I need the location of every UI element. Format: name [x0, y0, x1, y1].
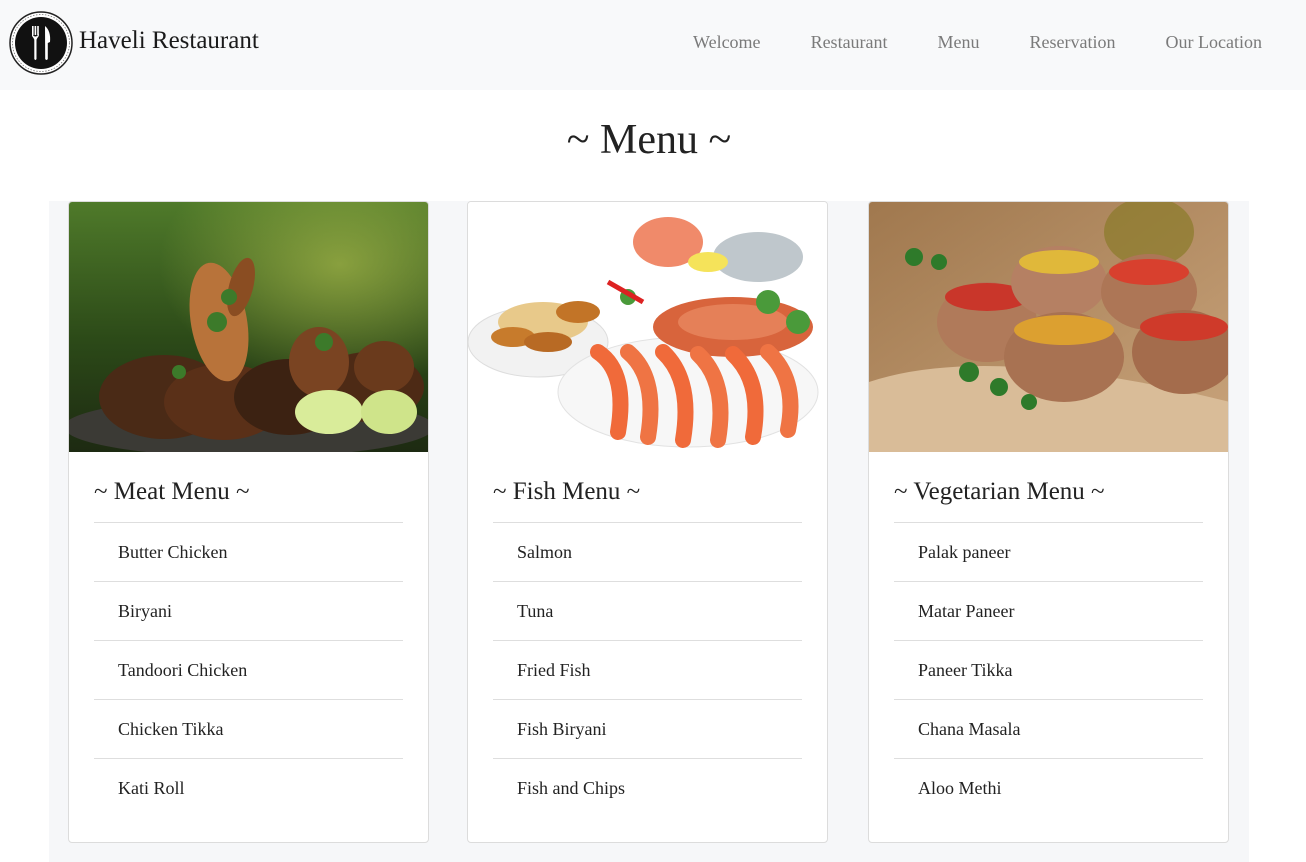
menu-item[interactable]: Fish and Chips	[493, 759, 802, 817]
nav-restaurant[interactable]: Restaurant	[811, 32, 888, 53]
fish-menu-card: ~ Fish Menu ~ Salmon Tuna Fried Fish Fis…	[467, 201, 828, 843]
nav-our-location[interactable]: Our Location	[1166, 32, 1262, 53]
nav-menu[interactable]: Menu	[938, 32, 980, 53]
seafood-platter-image	[468, 202, 827, 452]
menu-item[interactable]: Salmon	[493, 523, 802, 582]
menu-item[interactable]: Tuna	[493, 582, 802, 641]
nav-welcome[interactable]: Welcome	[693, 32, 761, 53]
navbar: Haveli Restaurant Welcome Restaurant Men…	[0, 0, 1306, 90]
page-title: ~ Menu ~	[566, 117, 732, 163]
menu-item[interactable]: Tandoori Chicken	[94, 641, 403, 700]
menu-item[interactable]: Chana Masala	[894, 700, 1203, 759]
menu-item[interactable]: Palak paneer	[894, 523, 1203, 582]
stuffed-mushrooms-image	[869, 202, 1228, 452]
nav-reservation[interactable]: Reservation	[1030, 32, 1116, 53]
main-nav: Welcome Restaurant Menu Reservation Our …	[643, 32, 1262, 53]
menu-item[interactable]: Chicken Tikka	[94, 700, 403, 759]
grilled-chicken-image	[69, 202, 428, 452]
meat-menu-card: ~ Meat Menu ~ Butter Chicken Biryani Tan…	[68, 201, 429, 843]
menu-item[interactable]: Kati Roll	[94, 759, 403, 817]
vegetarian-menu-list: Palak paneer Matar Paneer Paneer Tikka C…	[894, 522, 1203, 817]
meat-menu-title: ~ Meat Menu ~	[94, 478, 250, 505]
fish-menu-title: ~ Fish Menu ~	[493, 478, 641, 505]
menu-item[interactable]: Matar Paneer	[894, 582, 1203, 641]
menu-item[interactable]: Paneer Tikka	[894, 641, 1203, 700]
menu-item[interactable]: Fried Fish	[493, 641, 802, 700]
vegetarian-menu-card: ~ Vegetarian Menu ~ Palak paneer Matar P…	[868, 201, 1229, 843]
brand-link[interactable]: Haveli Restaurant	[9, 11, 259, 75]
menu-item[interactable]: Biryani	[94, 582, 403, 641]
menu-item[interactable]: Fish Biryani	[493, 700, 802, 759]
meat-menu-list: Butter Chicken Biryani Tandoori Chicken …	[94, 522, 403, 817]
fish-menu-list: Salmon Tuna Fried Fish Fish Biryani Fish…	[493, 522, 802, 817]
menu-item[interactable]: Butter Chicken	[94, 523, 403, 582]
brand-name: Haveli Restaurant	[79, 27, 259, 54]
vegetarian-menu-title: ~ Vegetarian Menu ~	[894, 478, 1105, 505]
menu-item[interactable]: Aloo Methi	[894, 759, 1203, 817]
fork-knife-logo-icon	[9, 11, 73, 75]
